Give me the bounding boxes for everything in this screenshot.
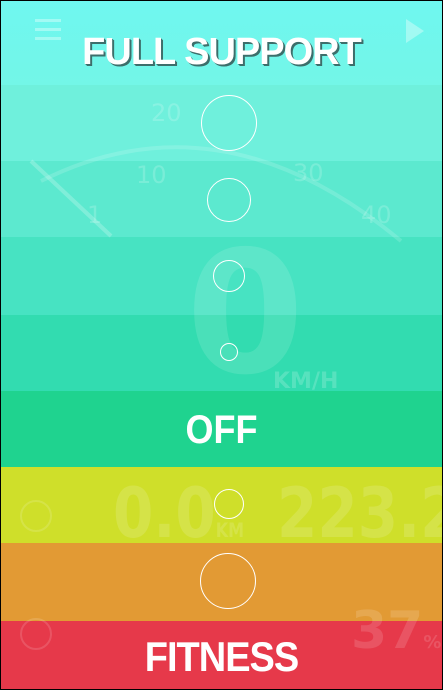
level-indicator-3[interactable] bbox=[213, 260, 245, 292]
level-indicator-2[interactable] bbox=[220, 343, 238, 361]
gauge-tick: 10 bbox=[136, 161, 167, 189]
gauge-tick: 1 bbox=[87, 201, 103, 229]
level-indicator-fitness-2[interactable] bbox=[200, 553, 256, 609]
total-distance: 223.2KM bbox=[277, 472, 443, 554]
level-indicator-4[interactable] bbox=[207, 178, 251, 222]
app-screen: 10 20 30 40 1 0 KM/H 0.0KM 223.2KM 37% F… bbox=[0, 0, 443, 690]
gauge-tick: 30 bbox=[293, 159, 324, 187]
level-indicator-fitness-1[interactable] bbox=[214, 489, 244, 519]
gauge-tick: 40 bbox=[361, 201, 392, 229]
off-label[interactable]: OFF bbox=[1, 407, 442, 453]
fitness-label[interactable]: FITNESS bbox=[1, 635, 442, 682]
page-title: FULL SUPPORT bbox=[82, 31, 362, 73]
gauge-tick: 20 bbox=[151, 99, 182, 127]
compass-icon bbox=[20, 500, 52, 532]
level-indicator-5[interactable] bbox=[201, 95, 257, 151]
speed-unit: KM/H bbox=[273, 369, 339, 394]
